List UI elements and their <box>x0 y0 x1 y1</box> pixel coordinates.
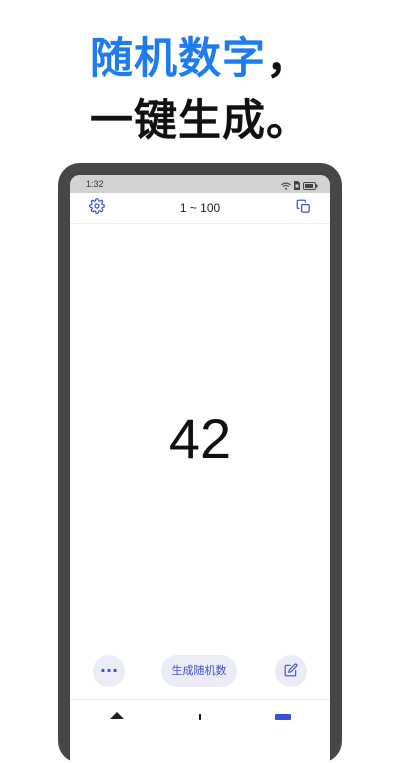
more-icon: ··· <box>99 661 119 680</box>
headline-comma: ， <box>266 34 310 84</box>
bottom-nav <box>70 699 330 763</box>
headline-line-2: 一键生成。 <box>90 96 310 146</box>
status-bar: 1:32 <box>70 175 330 193</box>
top-bar: 1 ~ 100 <box>70 193 330 224</box>
sim-icon <box>294 175 300 194</box>
gear-icon <box>89 198 105 218</box>
edit-button[interactable] <box>275 655 307 687</box>
range-label[interactable]: 1 ~ 100 <box>70 193 330 223</box>
nav-list-icon[interactable] <box>274 705 292 720</box>
phone-screen: 1:32 1 ~ 100 42 ··· 生成随机数 <box>70 175 330 763</box>
status-icons <box>281 178 318 190</box>
status-time: 1:32 <box>86 179 104 189</box>
generate-button[interactable]: 生成随机数 <box>161 655 237 687</box>
battery-icon <box>303 175 318 194</box>
nav-center-icon[interactable] <box>191 705 209 720</box>
settings-button[interactable] <box>88 198 106 218</box>
more-button[interactable]: ··· <box>93 655 125 687</box>
edit-icon <box>284 662 298 681</box>
copy-icon <box>296 199 311 218</box>
headline-line-1: 随机数字， <box>0 30 400 88</box>
copy-button[interactable] <box>294 199 312 217</box>
promo-headline: 随机数字， 一键生成。 <box>0 30 400 150</box>
phone-frame: 1:32 1 ~ 100 42 ··· 生成随机数 <box>58 163 342 763</box>
nav-home-icon[interactable] <box>108 705 126 719</box>
wifi-icon <box>281 175 291 194</box>
headline-highlight: 随机数字 <box>90 34 266 84</box>
random-number: 42 <box>168 407 232 470</box>
